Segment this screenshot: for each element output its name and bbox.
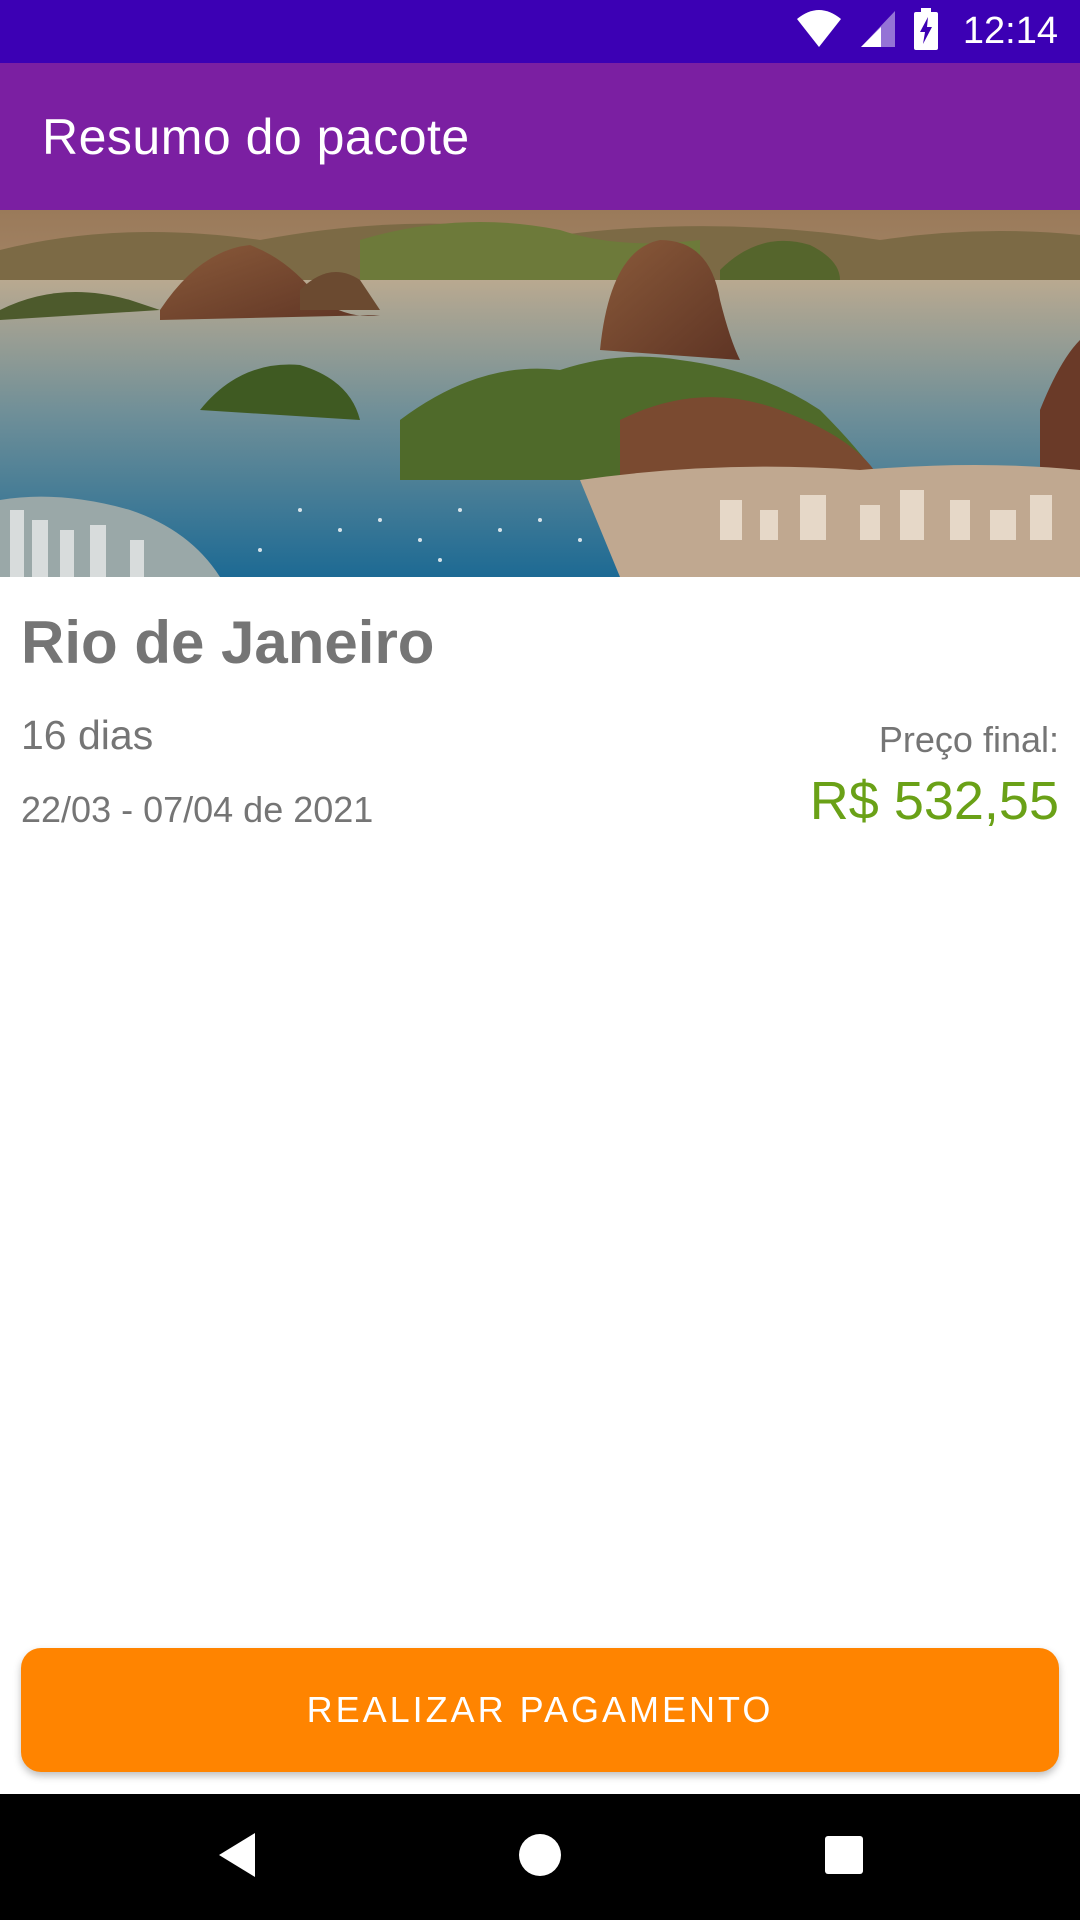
back-button[interactable] <box>167 1794 307 1920</box>
dates-text: 22/03 - 07/04 de 2021 <box>21 789 374 830</box>
home-button[interactable] <box>470 1794 610 1920</box>
price-value: R$ 532,55 <box>809 771 1059 831</box>
signal-icon <box>859 9 897 54</box>
app-bar: Resumo do pacote <box>0 63 1080 210</box>
price-label: Preço final: <box>878 719 1059 760</box>
page-title: Resumo do pacote <box>42 109 470 165</box>
home-icon <box>517 1832 563 1883</box>
navigation-bar <box>0 1794 1080 1920</box>
status-time: 12:14 <box>962 10 1058 52</box>
status-icons: 12:14 <box>795 0 1058 63</box>
wifi-icon <box>795 9 843 54</box>
rio-de-janeiro-photo <box>0 210 1080 577</box>
pay-button[interactable]: REALIZAR PAGAMENTO <box>21 1648 1059 1772</box>
screen: 12:14 Resumo do pacote Rio de Janeiro 16… <box>0 0 1080 1920</box>
destination-title: Rio de Janeiro <box>21 609 435 676</box>
battery-charging-icon <box>913 8 939 55</box>
recents-button[interactable] <box>774 1794 914 1920</box>
back-icon <box>215 1831 259 1884</box>
duration-text: 16 dias <box>21 712 154 758</box>
recents-icon <box>824 1835 864 1880</box>
status-bar: 12:14 <box>0 0 1080 63</box>
